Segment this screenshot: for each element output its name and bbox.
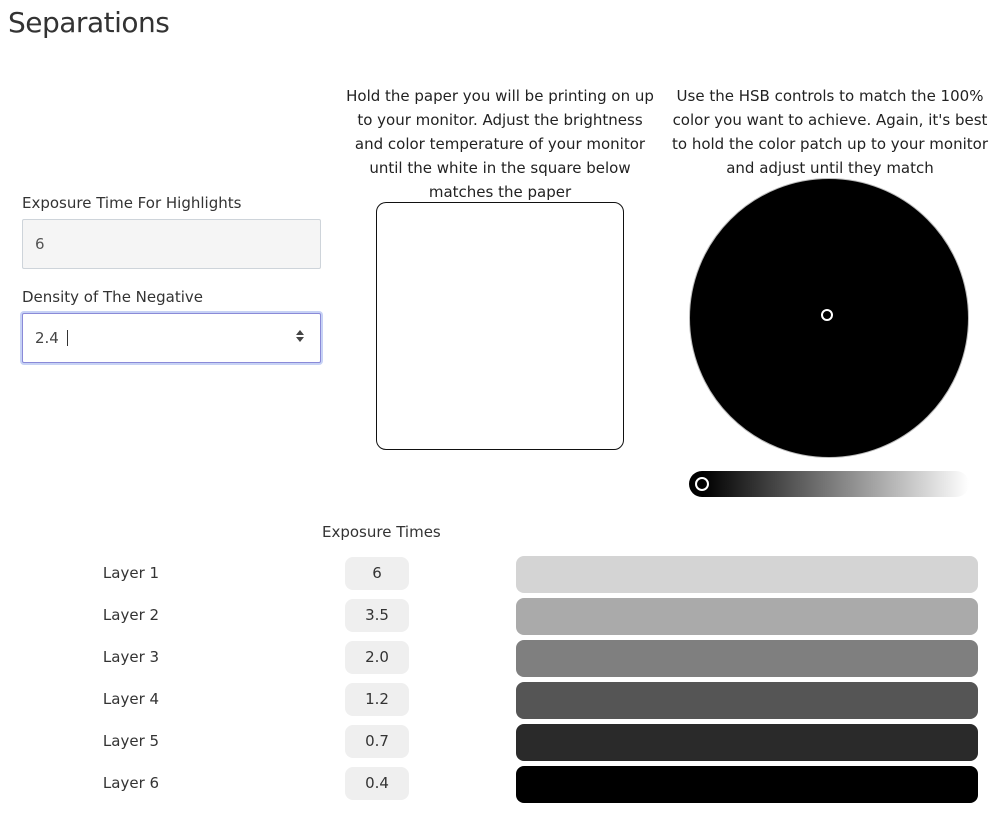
layer-label: Layer 4 [102, 690, 160, 708]
spinner-up-icon[interactable] [296, 330, 304, 335]
layer-label: Layer 3 [102, 648, 160, 666]
paper-instructions: Hold the paper you will be printing on u… [346, 87, 654, 201]
layer-color-bar [516, 724, 978, 761]
layer-time: 2.0 [345, 641, 409, 674]
layer-color-bar [516, 766, 978, 803]
layer-time: 0.7 [345, 725, 409, 758]
exposure-times-heading: Exposure Times [322, 523, 441, 541]
density-input[interactable]: 2.4 [22, 313, 321, 363]
density-input-value: 2.4 [35, 329, 59, 347]
text-caret [67, 330, 68, 346]
brightness-slider-handle[interactable] [695, 477, 709, 491]
brightness-slider[interactable] [689, 471, 969, 497]
layer-time: 3.5 [345, 599, 409, 632]
layer-color-bar [516, 640, 978, 677]
number-spinner[interactable] [296, 328, 306, 348]
layer-label: Layer 2 [102, 606, 160, 624]
highlight-exposure-label: Exposure Time For Highlights [22, 194, 242, 212]
paper-white-patch [376, 202, 624, 450]
layer-label: Layer 6 [102, 774, 160, 792]
layer-label: Layer 5 [102, 732, 160, 750]
layer-label: Layer 1 [102, 564, 160, 582]
spinner-down-icon[interactable] [296, 337, 304, 342]
layer-color-bar [516, 598, 978, 635]
layer-time: 6 [345, 557, 409, 590]
hsb-instructions: Use the HSB controls to match the 100% c… [672, 87, 988, 177]
layer-time: 0.4 [345, 767, 409, 800]
page-title: Separations [8, 6, 170, 39]
density-label: Density of The Negative [22, 288, 204, 306]
layer-color-bar [516, 682, 978, 719]
layer-time: 1.2 [345, 683, 409, 716]
layer-color-bar [516, 556, 978, 593]
highlight-exposure-input[interactable]: 6 [22, 219, 321, 269]
color-wheel-handle[interactable] [821, 309, 833, 321]
